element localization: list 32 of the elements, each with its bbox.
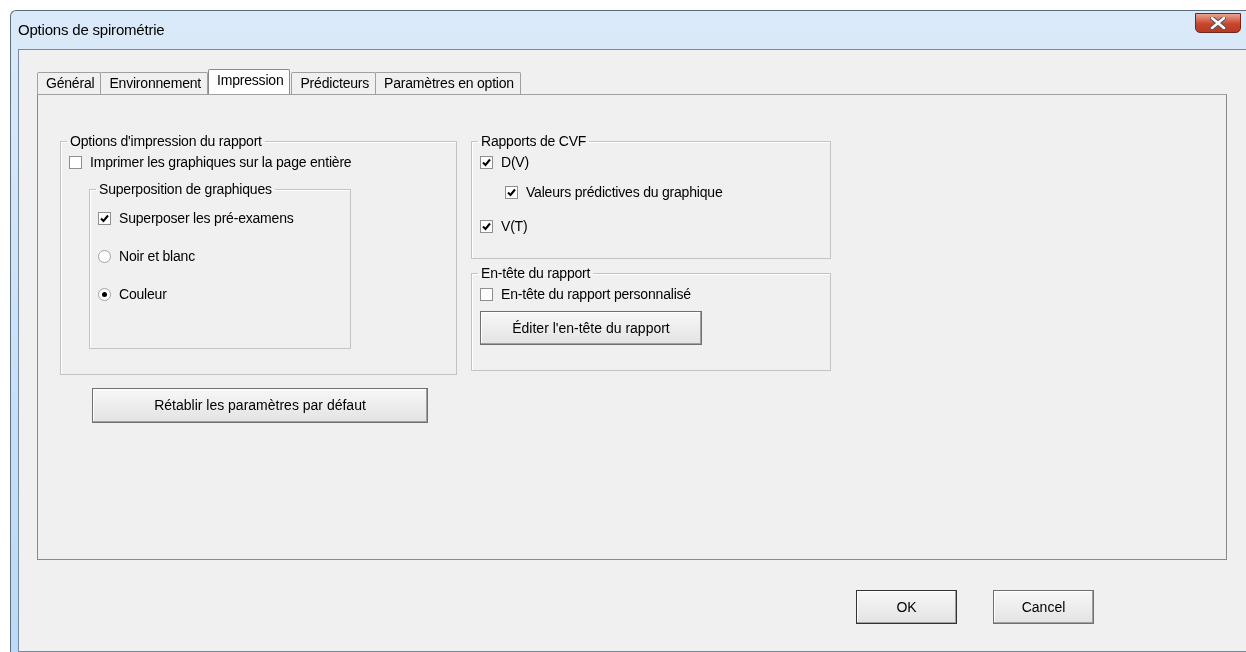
group-title: Options d'impression du rapport [69, 133, 263, 149]
tab[interactable]: Paramètres en option [375, 72, 521, 94]
option-label[interactable]: En-tête du rapport personnalisé [501, 283, 691, 305]
option-label[interactable]: Noir et blanc [119, 245, 195, 267]
group-title: Rapports de CVF [480, 133, 588, 149]
checkbox[interactable] [480, 155, 493, 169]
cancel-button[interactable]: Cancel [993, 590, 1094, 624]
option-label[interactable]: V(T) [501, 215, 528, 237]
close-button[interactable] [1195, 13, 1241, 33]
tab[interactable]: Impression [208, 69, 291, 94]
tab[interactable]: Environnement [100, 72, 208, 94]
window-title: Options de spirométrie [18, 19, 165, 40]
checkbox[interactable] [480, 219, 493, 233]
checkbox[interactable] [480, 287, 493, 301]
radio-button[interactable] [98, 249, 111, 263]
group-title: Superposition de graphiques [98, 181, 273, 197]
option-label[interactable]: Valeurs prédictives du graphique [526, 181, 723, 203]
checkbox[interactable] [98, 211, 111, 225]
tab[interactable]: Général [37, 72, 102, 94]
option-label[interactable]: Couleur [119, 283, 167, 305]
option-label[interactable]: Superposer les pré-examens [119, 207, 294, 229]
edit-header-button[interactable]: Éditer l'en-tête du rapport [480, 311, 702, 345]
reset-defaults-button[interactable]: Rétablir les paramètres par défaut [92, 388, 428, 423]
checkbox[interactable] [69, 155, 82, 169]
tab[interactable]: Prédicteurs [291, 72, 377, 94]
checkbox[interactable] [505, 185, 518, 199]
option-label[interactable]: Imprimer les graphiques sur la page entière [90, 151, 352, 173]
radio-button[interactable] [98, 287, 111, 301]
close-icon [1210, 17, 1226, 29]
ok-button[interactable]: OK [856, 590, 957, 624]
option-label[interactable]: D(V) [501, 151, 529, 173]
group-title: En-tête du rapport [480, 265, 592, 281]
